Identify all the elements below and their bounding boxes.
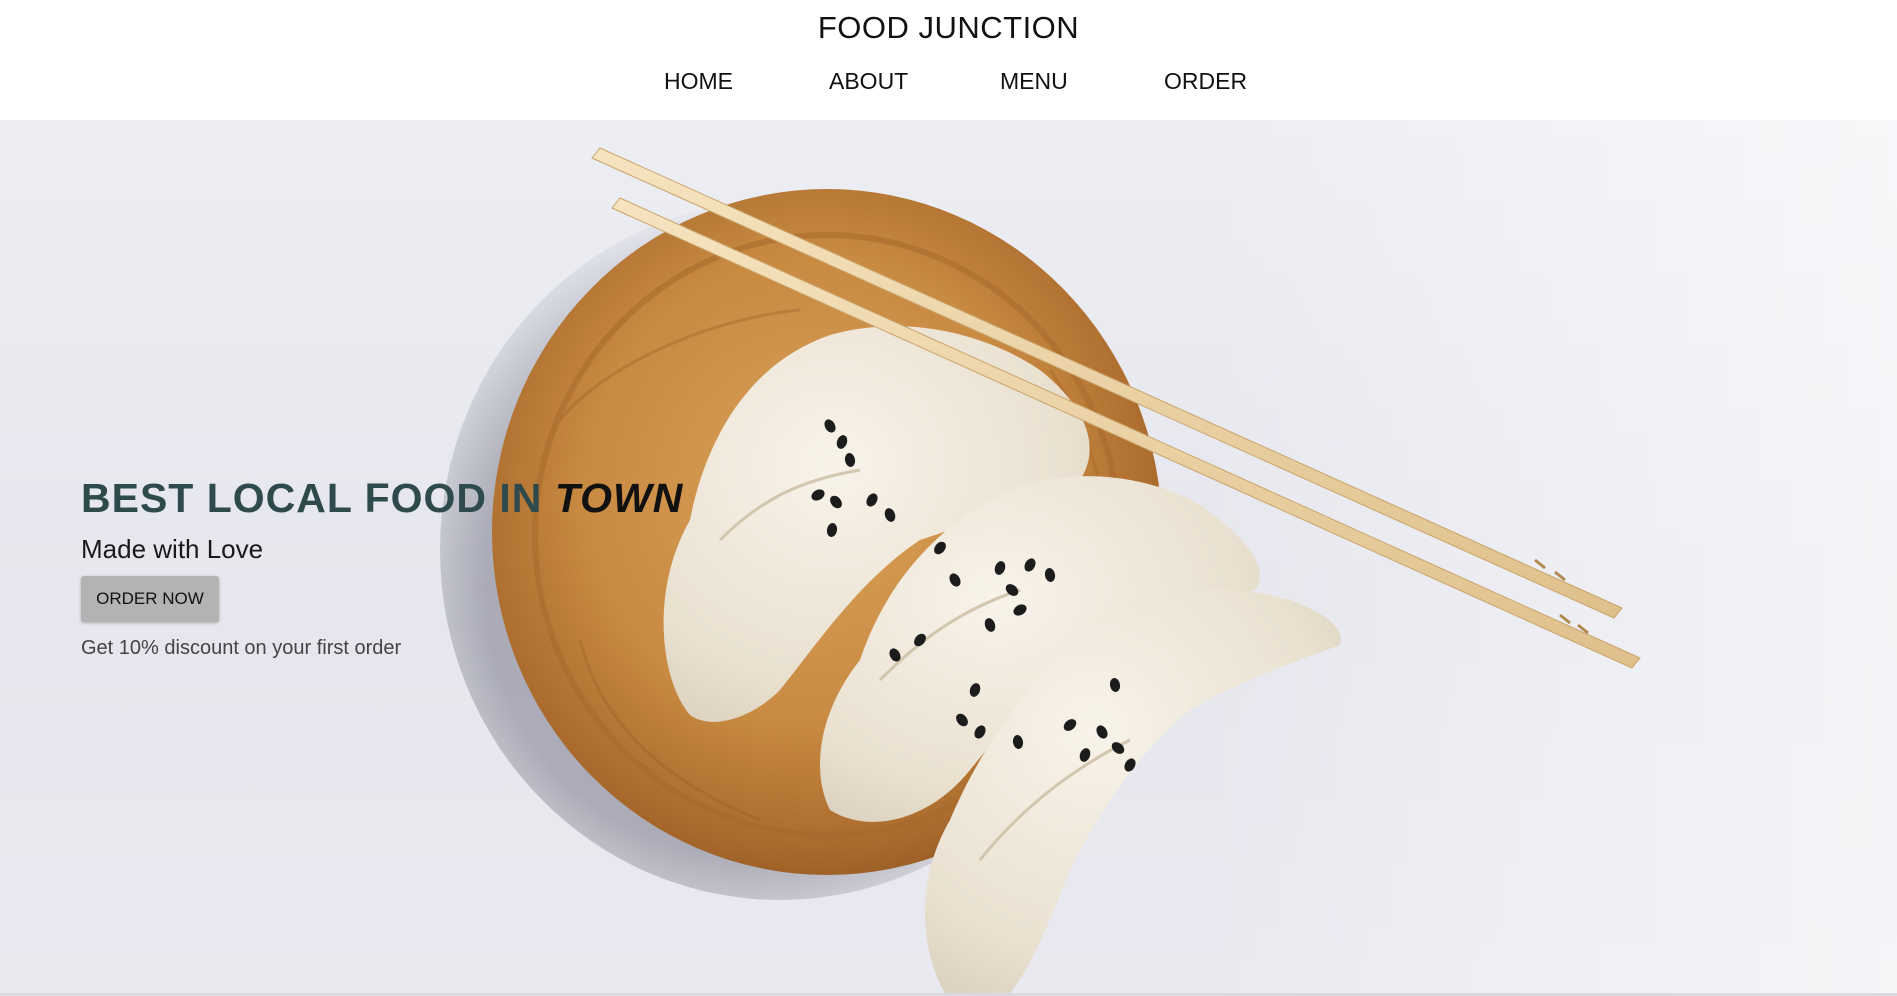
nav-link-menu[interactable]: MENU: [1000, 64, 1068, 98]
page: FOOD JUNCTION HOME ABOUT MENU ORDER BEST…: [0, 0, 1897, 996]
hero-banner: BEST LOCAL FOOD IN TOWN Made with Love O…: [0, 120, 1897, 993]
hero-copy: BEST LOCAL FOOD IN TOWN Made with Love O…: [81, 472, 781, 662]
order-now-button[interactable]: ORDER NOW: [81, 576, 219, 622]
site-brand[interactable]: FOOD JUNCTION: [0, 8, 1897, 48]
headline-accent: TOWN: [554, 475, 684, 521]
nav-link-home[interactable]: HOME: [664, 64, 733, 98]
headline-main: BEST LOCAL FOOD IN: [81, 475, 555, 521]
nav-link-order[interactable]: ORDER: [1164, 64, 1247, 98]
site-header: FOOD JUNCTION HOME ABOUT MENU ORDER: [0, 0, 1897, 120]
main-nav: HOME ABOUT MENU ORDER: [0, 64, 1897, 98]
discount-note: Get 10% discount on your first order: [81, 637, 402, 659]
hero-headline: BEST LOCAL FOOD IN TOWN: [81, 472, 781, 524]
hero-tagline: Made with Love: [81, 534, 264, 564]
nav-link-about[interactable]: ABOUT: [829, 64, 908, 98]
